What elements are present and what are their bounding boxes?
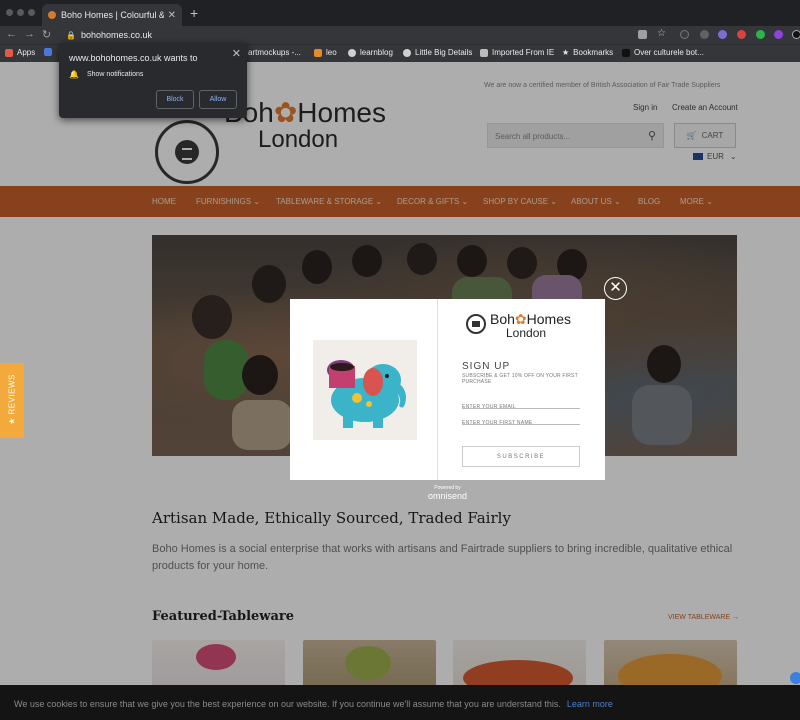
signup-subtitle: SUBSCRIBE & GET 10% OFF ON YOUR FIRST PU… [462,373,578,385]
tab-close-icon[interactable]: ✕ [168,10,176,21]
chat-icon[interactable] [790,672,800,684]
extension-icon[interactable] [756,30,765,39]
popup-request-row: 🔔 Show notifications [69,70,143,79]
back-icon[interactable]: ← [6,28,17,40]
elephant-planter-image [313,340,417,440]
cookie-banner: We use cookies to ensure that we give yo… [0,685,800,720]
extension-icon[interactable] [774,30,783,39]
bookmark-item[interactable]: leo [314,48,337,57]
extension-icon[interactable] [737,30,746,39]
bookmark-item[interactable]: Little Big Details [403,48,472,57]
allow-button[interactable]: Allow [199,90,237,109]
forward-icon[interactable]: → [24,28,35,40]
window-minimize-dot[interactable] [17,9,24,16]
extension-icon[interactable] [680,30,689,39]
bookmark-star-icon[interactable]: ☆ [657,28,666,39]
bookmark-item[interactable]: artmockups -... [248,48,301,57]
bookmark-item[interactable]: Over culturele bot... [622,48,704,57]
close-icon[interactable]: ✕ [232,47,241,60]
bookmark-item[interactable] [44,48,56,56]
extension-icon[interactable] [718,30,727,39]
subscribe-button[interactable]: SUBSCRIBE [462,446,580,467]
browser-toolbar: ← → ↻ 🔒 bohohomes.co.uk ☆ [0,26,800,44]
modal-form-panel: Boh✿Homes London SIGN UP SUBSCRIBE & GET… [438,299,605,480]
url-text: bohohomes.co.uk [80,30,153,40]
bookmark-item[interactable]: learnblog [348,48,393,57]
omnisend-brand[interactable]: omnisend [400,491,495,501]
popup-site-text: www.bohohomes.co.uk wants to [69,53,198,63]
modal-close-icon[interactable]: ✕ [604,277,627,300]
browser-tab[interactable]: Boho Homes | Colourful & che ✕ [42,4,182,26]
modal-logo-seal [466,314,486,334]
modal-logo-subtext: London [506,326,547,340]
bookmark-item[interactable]: Imported From IE [480,48,554,57]
extension-icon[interactable] [700,30,709,39]
new-tab-icon[interactable]: + [190,5,198,21]
bell-icon: 🔔 [69,70,79,79]
bookmark-item[interactable]: Apps [5,48,35,57]
modal-image-panel [290,299,438,480]
browser-tab-bar: Boho Homes | Colourful & che ✕ + [0,0,800,26]
window-zoom-dot[interactable] [28,9,35,16]
translate-icon[interactable] [638,30,647,39]
reload-icon[interactable]: ↻ [42,28,51,41]
profile-icon[interactable] [792,30,800,39]
email-input[interactable] [462,404,580,410]
lock-icon: 🔒 [66,30,76,40]
first-name-field[interactable] [462,411,580,426]
learn-more-link[interactable]: Learn more [567,699,613,709]
powered-by: Powered by omnisend [400,485,495,501]
address-bar[interactable]: 🔒 bohohomes.co.uk [62,27,682,43]
cookie-text: We use cookies to ensure that we give yo… [14,699,613,709]
window-close-dot[interactable] [6,9,13,16]
notification-permission-popup: www.bohohomes.co.uk wants to ✕ 🔔 Show no… [59,43,247,118]
first-name-input[interactable] [462,420,580,426]
block-button[interactable]: Block [156,90,194,109]
signup-modal: Boh✿Homes London SIGN UP SUBSCRIBE & GET… [290,299,605,480]
tab-title: Boho Homes | Colourful & che [61,10,164,20]
bookmark-item[interactable]: ★ Bookmarks [562,48,613,57]
favicon-icon [48,11,56,19]
email-field[interactable] [462,395,580,410]
signup-title: SIGN UP [462,361,511,372]
reviews-tab[interactable]: ★ REVIEWS [0,363,24,438]
popup-request-text: Show notifications [86,71,144,78]
